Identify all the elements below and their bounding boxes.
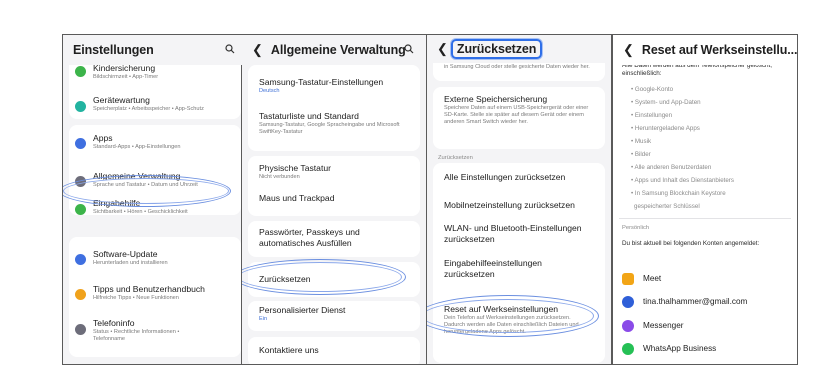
software-update-icon [75,254,86,265]
accounts-intro: Du bist aktuell bei folgenden Konten ang… [622,240,760,247]
page-title: Einstellungen [73,43,154,57]
settings-group-3: Software-Update Herunterladen und instal… [69,237,241,357]
reset-screen: ❮ Zurücksetzen in Samsung Cloud oder ste… [426,34,612,365]
samsung-account-icon [622,296,634,308]
bullet-item: • System- und App-Daten [631,99,701,106]
page-title: Allgemeine Verwaltung [270,43,406,57]
settings-header: Einstellungen [63,35,247,65]
search-icon[interactable] [225,44,235,54]
meet-icon [622,273,634,285]
settings-group-1: Kindersicherung Bildschirmzeit • App-Tim… [69,63,241,119]
factory-reset-screen: ❮ Reset auf Werkseinstellu... Alle Daten… [612,34,798,365]
general-management-header: ❮ Allgemeine Verwaltung [242,35,426,65]
reset-group: Zurücksetzen [248,262,420,297]
search-icon[interactable] [404,44,414,54]
cloud-group: in Samsung Cloud oder stelle gesicherte … [433,61,605,81]
bullet-item: • In Samsung Blockchain Keystore [631,190,726,197]
bullet-item: • Einstellungen [631,112,673,119]
page-title: Reset auf Werkseinstellu... [641,43,798,57]
bullet-item: • Heruntergeladene Apps [631,125,700,132]
general-management-icon [75,176,86,187]
reset-header: ❮ Zurücksetzen [427,35,611,63]
bullet-item: • Musik [631,138,652,145]
hardware-group: Physische Tastatur Nicht verbunden Maus … [248,156,420,216]
bullet-item: • Apps und Inhalt des Dienstanbieters [631,177,734,184]
phone-info-icon [75,324,86,335]
reset-options-group: Alle Einstellungen zurücksetzen Mobilnet… [433,163,605,363]
bullet-item: gespeicherter Schlüssel [634,203,700,210]
divider [619,218,791,219]
section-header: Persönlich [622,225,650,231]
external-backup-group: Externe Speichersicherung Speichere Date… [433,87,605,149]
family-icon [75,66,86,77]
keyboard-group: Samsung-Tastatur-Einstellungen Deutsch T… [248,65,420,151]
general-management-screen: ❮ Allgemeine Verwaltung Samsung-Tastatur… [241,34,427,365]
factory-reset-header: ❮ Reset auf Werkseinstellu... [613,35,797,65]
bullet-item: • Bilder [631,151,651,158]
page-title: Zurücksetzen [450,39,543,59]
bullet-item: • Google-Konto [631,86,674,93]
back-arrow-icon[interactable]: ❮ [252,42,263,58]
contact-group: Kontaktiere uns [248,337,420,364]
section-header: Zurücksetzen [438,155,473,161]
messenger-icon [622,320,634,332]
tips-icon [75,289,86,300]
passwords-group: Passwörter, Passkeys und automatisches A… [248,221,420,257]
settings-screen: Einstellungen Kindersicherung Bildschirm… [62,34,248,365]
back-arrow-icon[interactable]: ❮ [437,41,448,57]
service-group: Personalisierter Dienst Ein [248,301,420,331]
apps-icon [75,138,86,149]
settings-group-2: Apps Standard-Apps • App-Einstellungen A… [69,125,241,215]
back-arrow-icon[interactable]: ❮ [623,42,634,58]
whatsapp-business-icon [622,343,634,355]
accessibility-icon [75,204,86,215]
bullet-item: • Alle anderen Benutzerdaten [631,164,712,171]
device-care-icon [75,101,86,112]
